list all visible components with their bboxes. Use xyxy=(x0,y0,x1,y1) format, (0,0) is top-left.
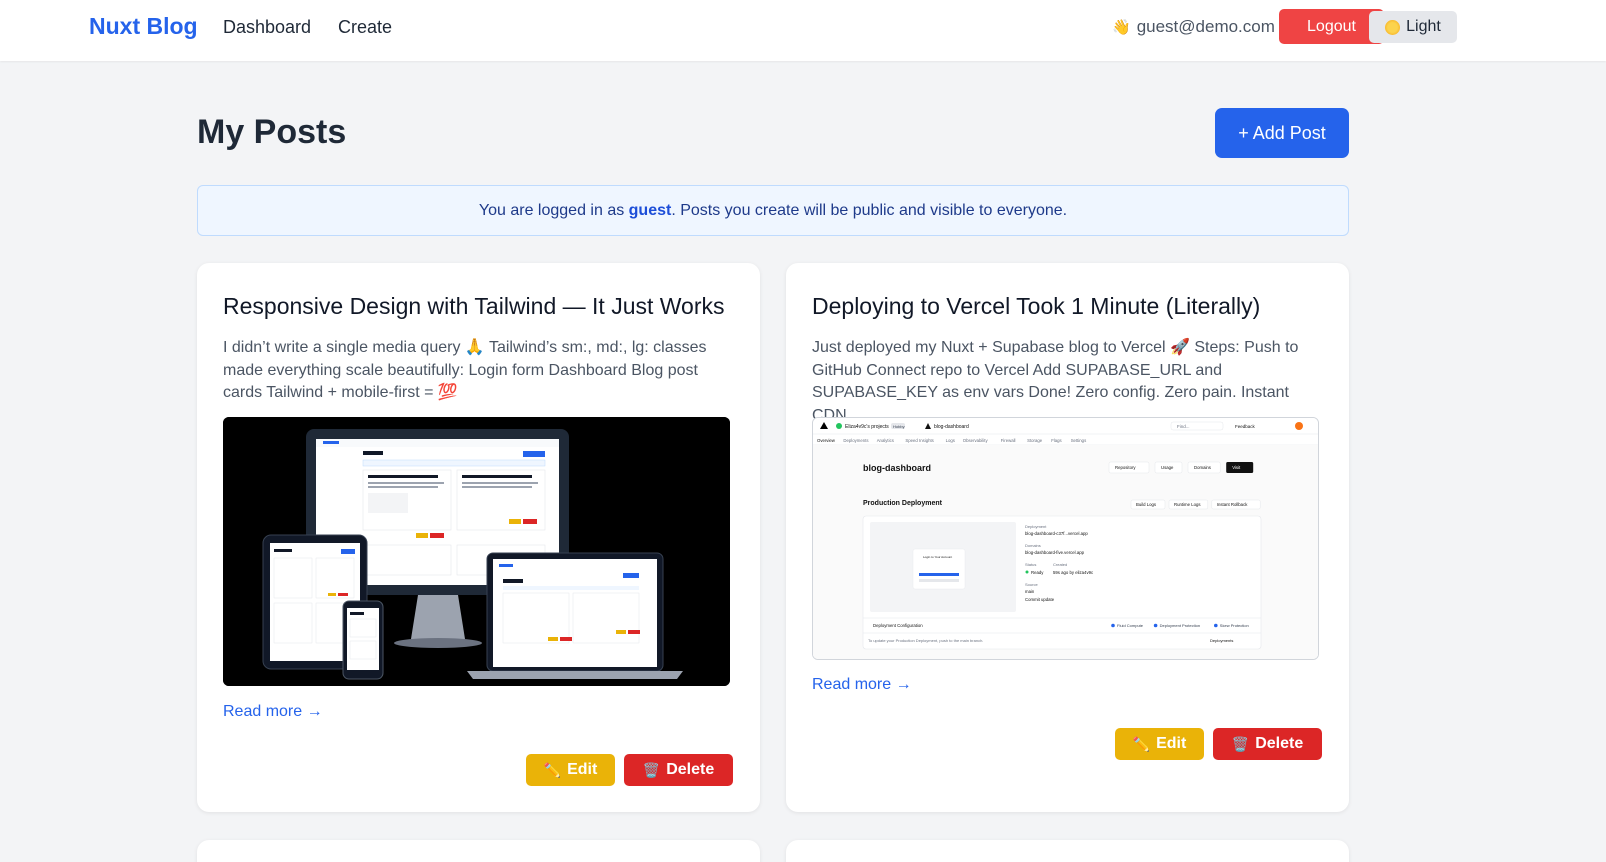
edit-button[interactable]: ✏️ Edit xyxy=(1115,728,1204,760)
read-more-link[interactable]: Read more → xyxy=(223,703,323,721)
vercel-tab: Firewall xyxy=(1001,438,1016,443)
source-branch: main xyxy=(1025,589,1035,594)
status-value: Ready xyxy=(1031,570,1044,575)
nav-create-link[interactable]: Create xyxy=(338,17,392,38)
preview-login-text: Login to Your Account xyxy=(923,555,952,559)
vercel-header-button: Visit xyxy=(1232,465,1241,470)
brand-logo[interactable]: Nuxt Blog xyxy=(89,13,198,40)
post-card: Deploying to Vercel Took 1 Minute (Liter… xyxy=(786,263,1349,812)
vercel-tab: Deployments xyxy=(843,438,868,443)
edit-button[interactable]: ✏️ Edit xyxy=(526,754,615,786)
add-post-button[interactable]: + Add Post xyxy=(1215,108,1349,158)
deployment-url: blog-dashboard-c37f...vercel.app xyxy=(1025,531,1088,536)
delete-button[interactable]: 🗑️ Delete xyxy=(624,754,733,786)
pencil-icon: ✏️ xyxy=(543,761,562,778)
post-image-vercel: Eliza4v9c's projects Hobby blog-dashboar… xyxy=(812,417,1319,660)
domains-url: blog-dashboard-five.vercel.app xyxy=(1025,550,1085,555)
vercel-tab: Storage xyxy=(1027,438,1043,443)
project-name: blog-dashboard xyxy=(934,424,969,430)
user-email: guest@demo.com xyxy=(1136,17,1275,36)
post-title[interactable]: Deploying to Vercel Took 1 Minute (Liter… xyxy=(812,293,1260,320)
vercel-tab: Observability xyxy=(963,438,989,443)
section-heading: Production Deployment xyxy=(863,500,943,507)
edit-label: Edit xyxy=(567,761,598,778)
post-image-devices xyxy=(223,417,730,686)
created-label: Created xyxy=(1053,562,1067,567)
vercel-dashboard-screenshot: Eliza4v9c's projects Hobby blog-dashboar… xyxy=(813,418,1318,659)
nav-dashboard-link[interactable]: Dashboard xyxy=(223,17,311,38)
vercel-tab: Settings xyxy=(1071,438,1087,443)
config-label: Deployment Configuration xyxy=(873,623,923,628)
theme-toggle-button[interactable]: Light xyxy=(1369,11,1457,43)
post-excerpt: I didn’t write a single media query 🙏 Ta… xyxy=(223,339,707,401)
trash-icon: 🗑️ xyxy=(1231,735,1250,752)
read-more-link[interactable]: Read more → xyxy=(812,676,912,694)
status-label: Status xyxy=(1025,562,1036,567)
find-input: Find... xyxy=(1177,424,1190,429)
vercel-tab: Flags xyxy=(1051,438,1062,443)
vercel-header-button: Repository xyxy=(1115,465,1136,470)
wave-icon: 👋 xyxy=(1112,19,1131,36)
vercel-header-button: Domains xyxy=(1194,465,1211,470)
source-label: Source xyxy=(1025,582,1038,587)
post-excerpt: Just deployed my Nuxt + Supabase blog to… xyxy=(812,339,1299,424)
vercel-config-item: Fluid Compute xyxy=(1117,623,1144,628)
vercel-tab: Logs xyxy=(946,438,955,443)
user-info: 👋 guest@demo.com xyxy=(1112,17,1275,37)
plan-badge: Hobby xyxy=(893,424,905,429)
theme-label: Light xyxy=(1406,18,1441,35)
vercel-tab: Analytics xyxy=(877,438,894,443)
footer-note: To update your Production Deployment, pu… xyxy=(868,638,983,643)
banner-suffix: . Posts you create will be public and vi… xyxy=(671,201,1068,219)
vercel-tab: Speed Insights xyxy=(905,438,933,443)
deployment-label: Deployment xyxy=(1025,524,1047,529)
vercel-section-button: Build Logs xyxy=(1136,502,1156,507)
vercel-header-button: Usage xyxy=(1161,465,1174,470)
post-card: Responsive Design with Tailwind — It Jus… xyxy=(197,263,760,812)
page-title: My Posts xyxy=(197,113,347,151)
banner-prefix: You are logged in as xyxy=(478,201,629,219)
domains-label: Domains xyxy=(1025,543,1041,548)
vercel-config-item: Skew Protection xyxy=(1220,623,1249,628)
banner-user: guest xyxy=(628,201,672,219)
vercel-tab: Overview xyxy=(817,438,836,443)
trash-icon: 🗑️ xyxy=(642,761,661,778)
info-banner: You are logged in as guest. Posts you cr… xyxy=(197,185,1349,236)
footer-link: Deployments xyxy=(1210,638,1233,643)
top-navbar: Nuxt Blog Dashboard Create 👋 guest@demo.… xyxy=(0,0,1606,61)
pencil-icon: ✏️ xyxy=(1132,735,1151,752)
delete-label: Delete xyxy=(666,761,715,778)
delete-button[interactable]: 🗑️ Delete xyxy=(1213,728,1322,760)
feedback-link: Feedback xyxy=(1235,424,1256,429)
vercel-section-button: Runtime Logs xyxy=(1174,502,1201,507)
post-title[interactable]: Responsive Design with Tailwind — It Jus… xyxy=(223,293,725,320)
project-heading: blog-dashboard xyxy=(863,463,931,473)
team-name: Eliza4v9c's projects xyxy=(845,424,889,430)
created-value: 59s ago by eliza4v9c xyxy=(1053,570,1094,575)
vercel-config-item: Deployment Protection xyxy=(1160,623,1200,628)
post-card xyxy=(786,840,1349,862)
devices-mockup-illustration xyxy=(223,417,730,686)
source-commit: Commit update xyxy=(1025,597,1055,602)
delete-label: Delete xyxy=(1255,735,1304,752)
post-card xyxy=(197,840,760,862)
vercel-section-button: Instant Rollback xyxy=(1217,502,1248,507)
edit-label: Edit xyxy=(1156,735,1187,752)
sun-icon xyxy=(1385,19,1401,35)
